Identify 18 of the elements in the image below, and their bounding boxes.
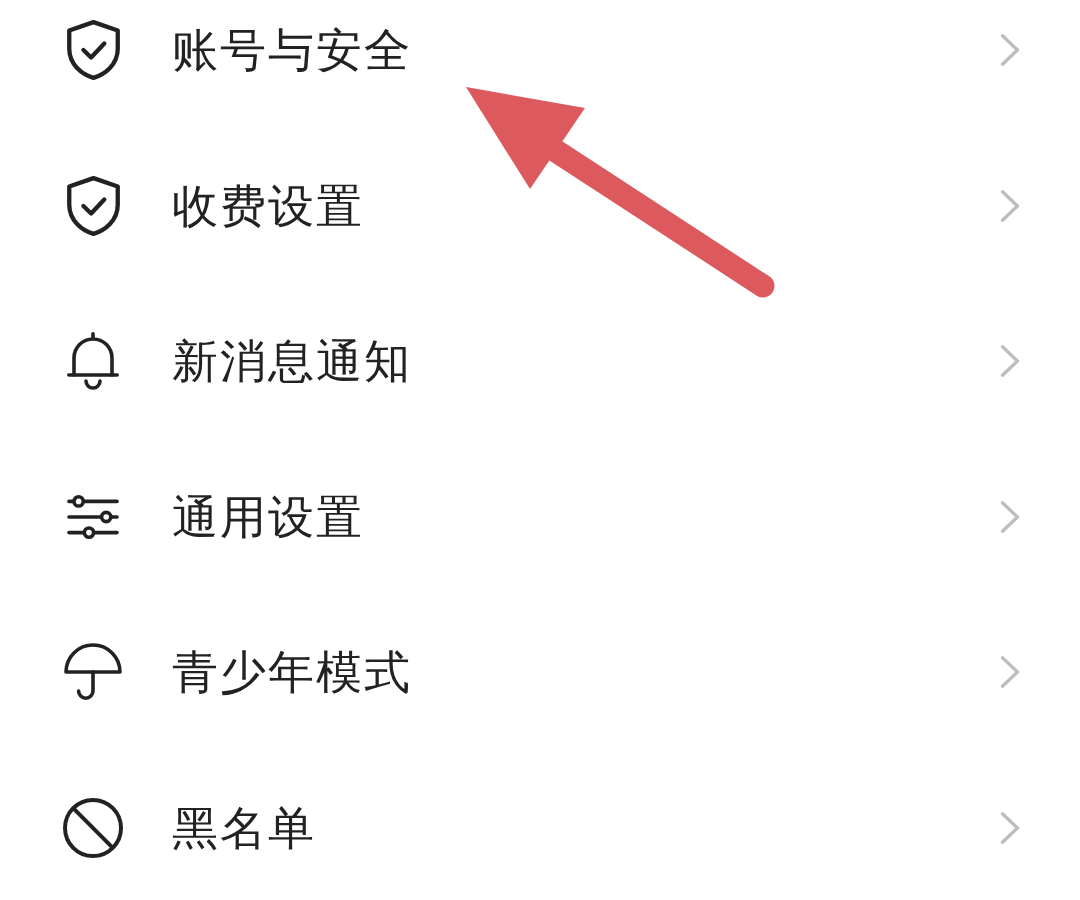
bell-icon [67,332,119,391]
settings-row[interactable]: 账号与安全 [60,0,1020,100]
chevron-right-icon [1000,33,1020,67]
settings-row[interactable]: 通用设置 [60,466,1020,567]
settings-row[interactable]: 新消息通知 [60,311,1020,412]
settings-row[interactable]: 黑名单 [60,777,1020,878]
umbrella-icon [64,643,122,702]
settings-row[interactable]: 收费设置 [60,155,1020,256]
settings-row[interactable]: 青少年模式 [60,622,1020,723]
block-icon [63,797,123,858]
chevron-right-icon [1000,188,1020,223]
chevron-right-icon [1000,499,1020,534]
chevron-right-icon [1000,655,1020,690]
shield-check-icon [66,20,120,80]
shield-check-icon [66,175,120,236]
chevron-right-icon [1000,810,1020,845]
chevron-right-icon [1000,344,1020,379]
sliders-icon [67,494,119,539]
